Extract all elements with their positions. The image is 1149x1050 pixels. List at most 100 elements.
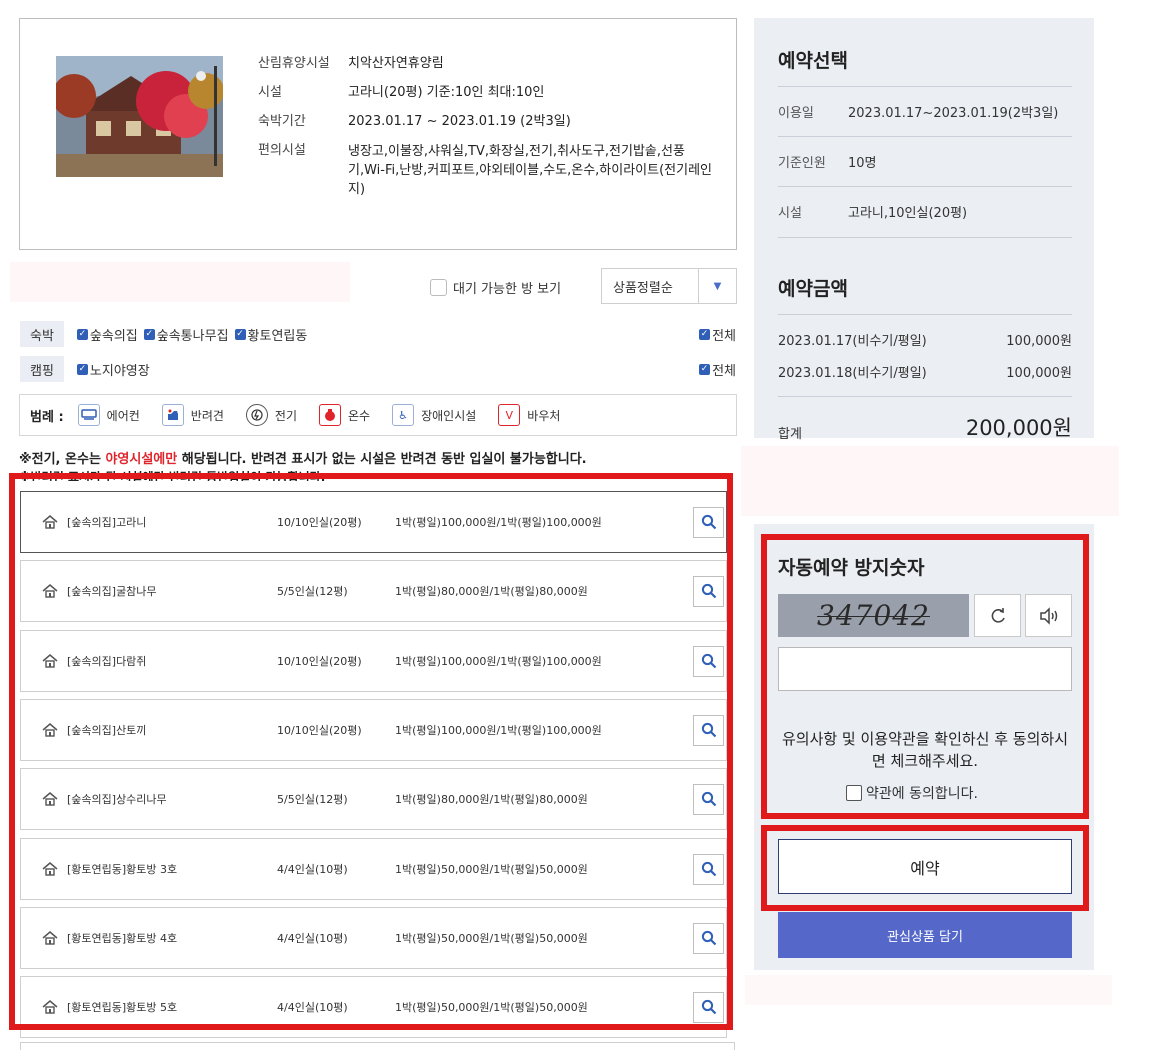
captcha-image: 347042 <box>778 594 969 637</box>
agree-checkbox[interactable] <box>846 785 862 801</box>
highlight-strip <box>745 975 1112 1005</box>
amount-date: 2023.01.17(비수기/평일) <box>778 334 927 349</box>
captcha-code: 347042 <box>817 599 930 632</box>
checked-icon[interactable]: ✓ <box>699 328 711 340</box>
reservation-panel: 예약선택 이용일 2023.01.17~2023.01.19(2박3일) 기준인… <box>754 18 1094 442</box>
info-row-stay-period: 숙박기간 2023.01.17 ~ 2023.01.19 (2박3일) <box>258 113 718 131</box>
base-people-row: 기준인원 10명 <box>778 152 1072 171</box>
legend-item-electricity: 전기 <box>245 404 297 426</box>
filter-checkbox[interactable]: ✓ 노지야영장 <box>76 360 150 379</box>
base-people-value: 10명 <box>848 156 877 171</box>
checked-icon[interactable]: ✓ <box>76 363 88 375</box>
checked-icon[interactable]: ✓ <box>234 328 246 340</box>
filter-label: 황토연립동 <box>247 328 308 344</box>
info-row-amenities: 편의시설 냉장고,이불장,샤워실,TV,화장실,전기,취사도구,전기밥솥,선풍기… <box>258 142 718 199</box>
info-value: 2023.01.17 ~ 2023.01.19 (2박3일) <box>348 114 571 129</box>
captcha-title: 자동예약 방지숫자 <box>778 557 925 579</box>
pet-icon <box>161 404 184 426</box>
reserve-button[interactable]: 예약 <box>778 839 1072 894</box>
legend-label: 에어컨 <box>106 408 140 423</box>
agree-terms-toggle[interactable]: 약관에 동의합니다. <box>846 783 978 803</box>
voucher-icon: V <box>498 404 521 426</box>
legend-label: 바우처 <box>527 408 561 423</box>
waiting-checkbox[interactable] <box>430 279 447 296</box>
refresh-icon[interactable] <box>974 594 1021 637</box>
divider <box>778 186 1072 187</box>
total-row: 합계 200,000원 <box>778 412 1072 442</box>
amount-date: 2023.01.18(비수기/평일) <box>778 366 927 381</box>
lodging-tag: 숙박 <box>20 321 64 347</box>
lodging-all-checkbox[interactable]: ✓ 전체 <box>699 325 736 344</box>
lodging-filter-row: 숙박 ✓ 숲속의집 ✓ 숲속통나무집 ✓ 황토연립동 ✓ 전체 <box>20 320 736 348</box>
sort-selected-value: 상품정렬순 <box>613 280 673 296</box>
info-label: 숙박기간 <box>258 114 306 129</box>
divider <box>778 396 1072 397</box>
hot-water-icon <box>319 404 341 426</box>
filter-checkbox[interactable]: ✓ 황토연립동 <box>234 325 308 344</box>
amount-value: 100,000원 <box>1006 366 1072 381</box>
legend: 범례 : 에어컨 반려견 전기 온수 ♿ 장애인시설 V 바우처 <box>19 394 737 436</box>
speaker-icon[interactable] <box>1025 594 1072 637</box>
info-row-facility-name: 산림휴양시설 치악산자연휴양림 <box>258 55 718 73</box>
amount-title: 예약금액 <box>778 278 848 300</box>
checked-icon[interactable]: ✓ <box>76 328 88 340</box>
legend-label: 전기 <box>274 408 297 423</box>
checked-icon[interactable]: ✓ <box>143 328 155 340</box>
legend-item-voucher: V 바우처 <box>498 404 560 426</box>
info-label: 시설 <box>258 85 282 100</box>
usage-date-label: 이용일 <box>778 106 814 121</box>
total-value: 200,000원 <box>965 416 1072 440</box>
legend-item-air-conditioner: 에어컨 <box>77 404 140 426</box>
selected-facility-row: 시설 고라니,10인실(20평) <box>778 202 1072 221</box>
legend-label: 온수 <box>348 408 371 423</box>
info-value: 고라니(20평) 기준:10인 최대:10인 <box>348 85 545 100</box>
amount-value: 100,000원 <box>1006 334 1072 349</box>
info-row-facility: 시설 고라니(20평) 기준:10인 최대:10인 <box>258 84 718 102</box>
reservation-title: 예약선택 <box>778 50 848 72</box>
notice-text: 해당됩니다. 반려견 표시가 없는 시설은 반려견 동반 입실이 불가능합니다. <box>177 452 587 467</box>
info-label: 편의시설 <box>258 143 306 158</box>
legend-item-pet: 반려견 <box>161 404 224 426</box>
notice-line-1: ※전기, 온수는 야영시설에만 해당됩니다. 반려견 표시가 없는 시설은 반려… <box>19 448 587 467</box>
captcha-input[interactable] <box>778 647 1072 691</box>
add-to-wishlist-button[interactable]: 관심상품 담기 <box>778 912 1072 958</box>
facility-photo <box>56 56 223 177</box>
sort-select[interactable]: 상품정렬순 ▼ <box>601 268 737 304</box>
legend-label: 반려견 <box>190 408 224 423</box>
base-people-label: 기준인원 <box>778 156 826 171</box>
info-value: 냉장고,이불장,샤워실,TV,화장실,전기,취사도구,전기밥솥,선풍기,Wi-F… <box>348 144 713 197</box>
camping-filter-row: 캠핑 ✓ 노지야영장 ✓ 전체 <box>20 355 736 383</box>
selected-facility-label: 시설 <box>778 206 802 221</box>
highlight-strip <box>741 446 1119 516</box>
waiting-room-toggle[interactable]: 대기 가능한 방 보기 <box>430 278 561 297</box>
list-divider <box>20 1042 735 1050</box>
filter-label: 숲속통나무집 <box>156 328 229 344</box>
checked-icon[interactable]: ✓ <box>699 363 711 375</box>
filter-label: 전체 <box>712 363 736 379</box>
notice-text: ※전기, 온수는 <box>19 452 106 467</box>
legend-item-accessibility: ♿ 장애인시설 <box>392 404 476 426</box>
agreement-notice: 유의사항 및 이용약관을 확인하신 후 동의하시면 체크해주세요. <box>781 730 1069 770</box>
divider <box>778 237 1072 238</box>
divider <box>778 314 1072 315</box>
usage-date-value: 2023.01.17~2023.01.19(2박3일) <box>848 106 1059 121</box>
accessibility-icon: ♿ <box>392 404 415 426</box>
camping-all-checkbox[interactable]: ✓ 전체 <box>699 360 736 379</box>
filter-checkbox[interactable]: ✓ 숲속통나무집 <box>143 325 229 344</box>
amount-row: 2023.01.17(비수기/평일) 100,000원 <box>778 330 1072 349</box>
filter-checkbox[interactable]: ✓ 숲속의집 <box>76 325 138 344</box>
info-value: 치악산자연휴양림 <box>348 56 444 71</box>
facility-info-box: 산림휴양시설 치악산자연휴양림 시설 고라니(20평) 기준:10인 최대:10… <box>19 18 737 250</box>
chevron-down-icon[interactable]: ▼ <box>698 269 736 303</box>
filter-label: 노지야영장 <box>89 363 150 379</box>
agree-label: 약관에 동의합니다. <box>866 786 978 802</box>
notice-highlight: 야영시설에만 <box>105 452 178 467</box>
waiting-label: 대기 가능한 방 보기 <box>453 282 562 297</box>
filter-label: 전체 <box>712 328 736 344</box>
air-conditioner-icon <box>77 404 100 426</box>
usage-date-row: 이용일 2023.01.17~2023.01.19(2박3일) <box>778 102 1072 121</box>
room-list-highlight-frame <box>9 473 733 1030</box>
info-label: 산림휴양시설 <box>258 56 330 71</box>
divider <box>778 136 1072 137</box>
camping-tag: 캠핑 <box>20 356 64 382</box>
